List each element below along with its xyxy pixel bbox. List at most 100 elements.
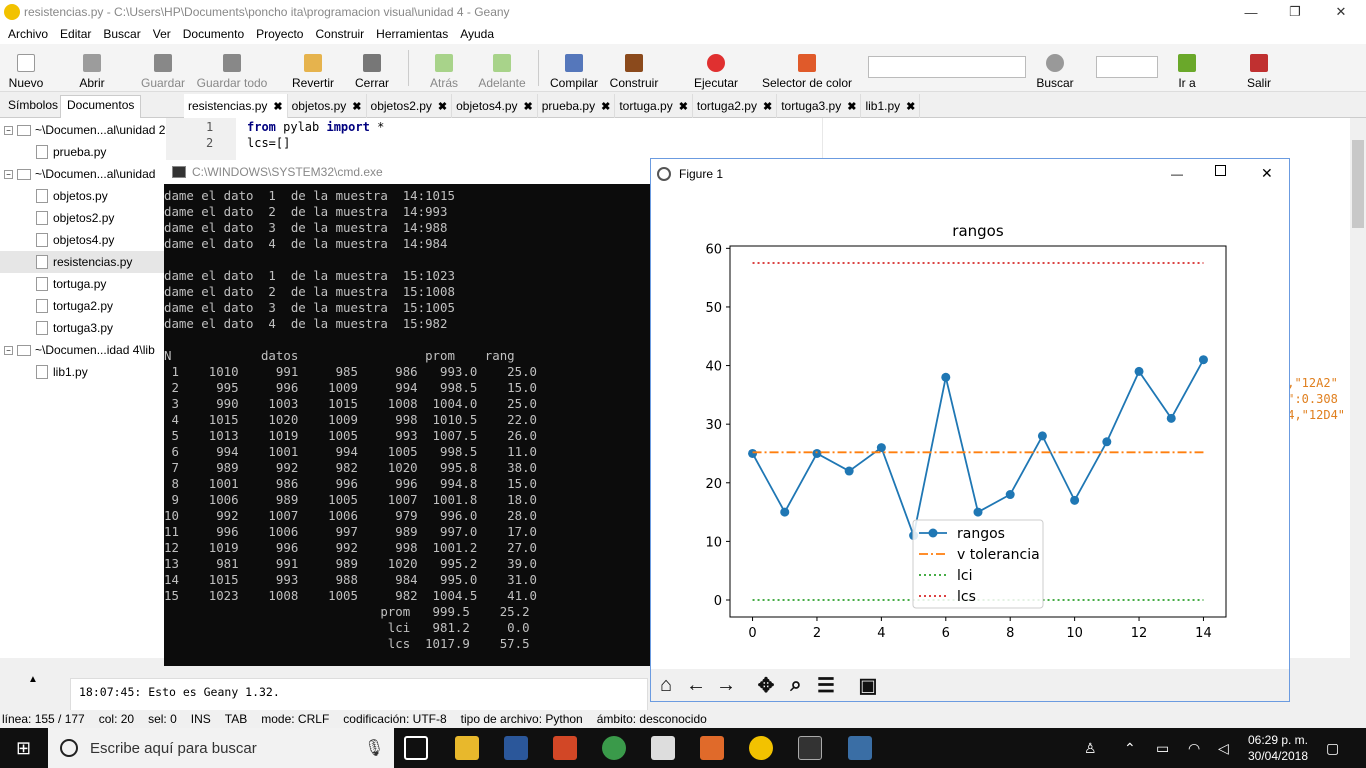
menu-documento[interactable]: Documento <box>183 27 244 41</box>
close-tab-icon[interactable]: ✖ <box>352 100 361 113</box>
powerpoint-icon[interactable] <box>553 736 577 760</box>
notifications-icon[interactable]: ▢ <box>1326 740 1339 757</box>
close-tab-icon[interactable]: ✖ <box>524 100 533 113</box>
tab-objetos4[interactable]: objetos4.py ✖ <box>452 94 538 118</box>
tab-objetos[interactable]: objetos.py ✖ <box>288 94 367 118</box>
figure-close-button[interactable]: ✕ <box>1261 165 1273 182</box>
tab-tortuga3[interactable]: tortuga3.py ✖ <box>777 94 862 118</box>
figure-maximize-button[interactable] <box>1215 165 1226 176</box>
menu-construir[interactable]: Construir <box>315 27 364 41</box>
close-tab-icon[interactable]: ✖ <box>273 100 282 113</box>
close-tab-icon[interactable]: ✖ <box>763 100 772 113</box>
cmd-taskbar-icon[interactable] <box>798 736 822 760</box>
back-button[interactable]: Atrás <box>426 46 462 90</box>
tree-file-lib1[interactable]: lib1.py <box>36 361 88 383</box>
search-input[interactable] <box>868 56 1026 78</box>
tree-file-tortuga[interactable]: tortuga.py <box>36 273 106 295</box>
save-button[interactable]: Guardar <box>140 46 186 90</box>
new-button[interactable]: Nuevo <box>6 46 46 90</box>
volume-icon[interactable]: ◁ <box>1218 740 1229 757</box>
geany-taskbar-icon[interactable] <box>749 736 773 760</box>
close-button[interactable]: ✕ <box>1318 0 1364 24</box>
tree-file-objetos[interactable]: objetos.py <box>36 185 108 207</box>
close-file-button[interactable]: Cerrar <box>354 46 390 90</box>
tab-lib1[interactable]: lib1.py ✖ <box>861 94 921 118</box>
matlab-icon[interactable] <box>700 736 724 760</box>
tree-file-objetos2[interactable]: objetos2.py <box>36 207 114 229</box>
figure-minimize-button[interactable]: — <box>1171 167 1183 181</box>
tree-file-prueba[interactable]: prueba.py <box>36 141 106 163</box>
microphone-icon[interactable]: 🎙 <box>364 738 384 758</box>
file-explorer-icon[interactable] <box>455 736 479 760</box>
menu-buscar[interactable]: Buscar <box>103 27 140 41</box>
execute-button[interactable]: Ejecutar <box>692 46 740 90</box>
taskbar-clock[interactable]: 06:29 p. m. 30/04/2018 <box>1244 732 1312 764</box>
open-button[interactable]: Abrir <box>74 46 110 90</box>
battery-icon[interactable]: ▭ <box>1156 740 1169 757</box>
tree-file-resistencias[interactable]: resistencias.py <box>0 251 166 273</box>
mail-icon[interactable] <box>651 736 675 760</box>
toolbar: Nuevo Abrir Guardar Guardar todo Reverti… <box>0 44 1366 92</box>
menu-ayuda[interactable]: Ayuda <box>460 27 494 41</box>
zoom-icon[interactable]: ⌕ <box>783 673 809 697</box>
close-tab-icon[interactable]: ✖ <box>679 100 688 113</box>
figure-window[interactable]: Figure 1 — ✕ rangos 0 10 20 30 40 50 60 0 2 4 6 8 10 1… <box>650 158 1290 702</box>
tab-simbolos[interactable]: Símbolos <box>8 98 58 112</box>
word-icon[interactable] <box>504 736 528 760</box>
cmd-line: dame el dato 4 de la muestra 15:982 <box>164 316 448 331</box>
goto-button[interactable]: Ir a <box>1172 46 1202 90</box>
tab-documentos[interactable]: Documentos <box>60 95 142 118</box>
minimize-button[interactable]: — <box>1228 0 1274 24</box>
tab-tortuga2[interactable]: tortuga2.py ✖ <box>693 94 778 118</box>
quit-button[interactable]: Salir <box>1244 46 1274 90</box>
chevron-up-icon[interactable]: ⌃ <box>1124 740 1136 757</box>
revert-button[interactable]: Revertir <box>290 46 336 90</box>
python-taskbar-icon[interactable] <box>848 736 872 760</box>
pan-icon[interactable]: ✥ <box>753 673 779 697</box>
tree-file-tortuga2[interactable]: tortuga2.py <box>36 295 113 317</box>
cmd-window[interactable]: C:\WINDOWS\SYSTEM32\cmd.exe dame el dato… <box>164 160 650 666</box>
menu-archivo[interactable]: Archivo <box>8 27 48 41</box>
taskbar-search[interactable]: Escribe aquí para buscar 🎙 <box>48 728 394 768</box>
tree-file-objetos4[interactable]: objetos4.py <box>36 229 114 251</box>
goto-line-input[interactable] <box>1096 56 1158 78</box>
tree-label: tortuga2.py <box>53 299 114 313</box>
tab-objetos2[interactable]: objetos2.py ✖ <box>367 94 453 118</box>
build-icon <box>625 54 643 72</box>
forward-button[interactable]: Adelante <box>476 46 528 90</box>
wifi-icon[interactable]: ◠ <box>1188 740 1200 757</box>
scroll-thumb[interactable] <box>1352 140 1364 228</box>
close-tab-icon[interactable]: ✖ <box>847 100 856 113</box>
close-tab-icon[interactable]: ✖ <box>438 100 447 113</box>
messages-collapse-icon[interactable]: ▲ <box>28 674 38 685</box>
people-icon[interactable]: ♙ <box>1084 740 1097 757</box>
tree-file-tortuga3[interactable]: tortuga3.py <box>36 317 113 339</box>
tree-dir-lib[interactable]: − ~\Documen...idad 4\lib <box>4 339 155 361</box>
tab-prueba[interactable]: prueba.py ✖ <box>538 94 616 118</box>
windows-start-icon[interactable]: ⊞ <box>16 738 31 759</box>
search-button[interactable]: Buscar <box>1034 46 1076 90</box>
back-arrow-icon[interactable]: ← <box>683 673 709 697</box>
build-button[interactable]: Construir <box>606 46 662 90</box>
close-tab-icon[interactable]: ✖ <box>601 100 610 113</box>
editor-scrollbar[interactable] <box>1350 118 1366 658</box>
menu-editar[interactable]: Editar <box>60 27 91 41</box>
chrome-icon[interactable] <box>602 736 626 760</box>
menu-ver[interactable]: Ver <box>153 27 171 41</box>
tab-resistencias[interactable]: resistencias.py ✖ <box>184 94 288 118</box>
color-picker-button[interactable]: Selector de color <box>760 46 854 90</box>
configure-subplots-icon[interactable]: ☰ <box>813 673 839 697</box>
tree-dir-unidad2[interactable]: − ~\Documen...al\unidad 2 <box>4 119 165 141</box>
compile-button[interactable]: Compilar <box>548 46 600 90</box>
tree-dir-unidad[interactable]: − ~\Documen...al\unidad <box>4 163 155 185</box>
tab-tortuga[interactable]: tortuga.py ✖ <box>615 94 693 118</box>
home-icon[interactable]: ⌂ <box>653 673 679 697</box>
maximize-button[interactable]: ❐ <box>1272 0 1318 24</box>
save-all-button[interactable]: Guardar todo <box>196 46 268 90</box>
close-tab-icon[interactable]: ✖ <box>906 100 915 113</box>
menu-herramientas[interactable]: Herramientas <box>376 27 448 41</box>
menu-proyecto[interactable]: Proyecto <box>256 27 303 41</box>
forward-arrow-icon[interactable]: → <box>713 673 739 697</box>
task-view-icon[interactable] <box>404 736 428 760</box>
save-figure-icon[interactable]: ▣ <box>855 673 881 697</box>
